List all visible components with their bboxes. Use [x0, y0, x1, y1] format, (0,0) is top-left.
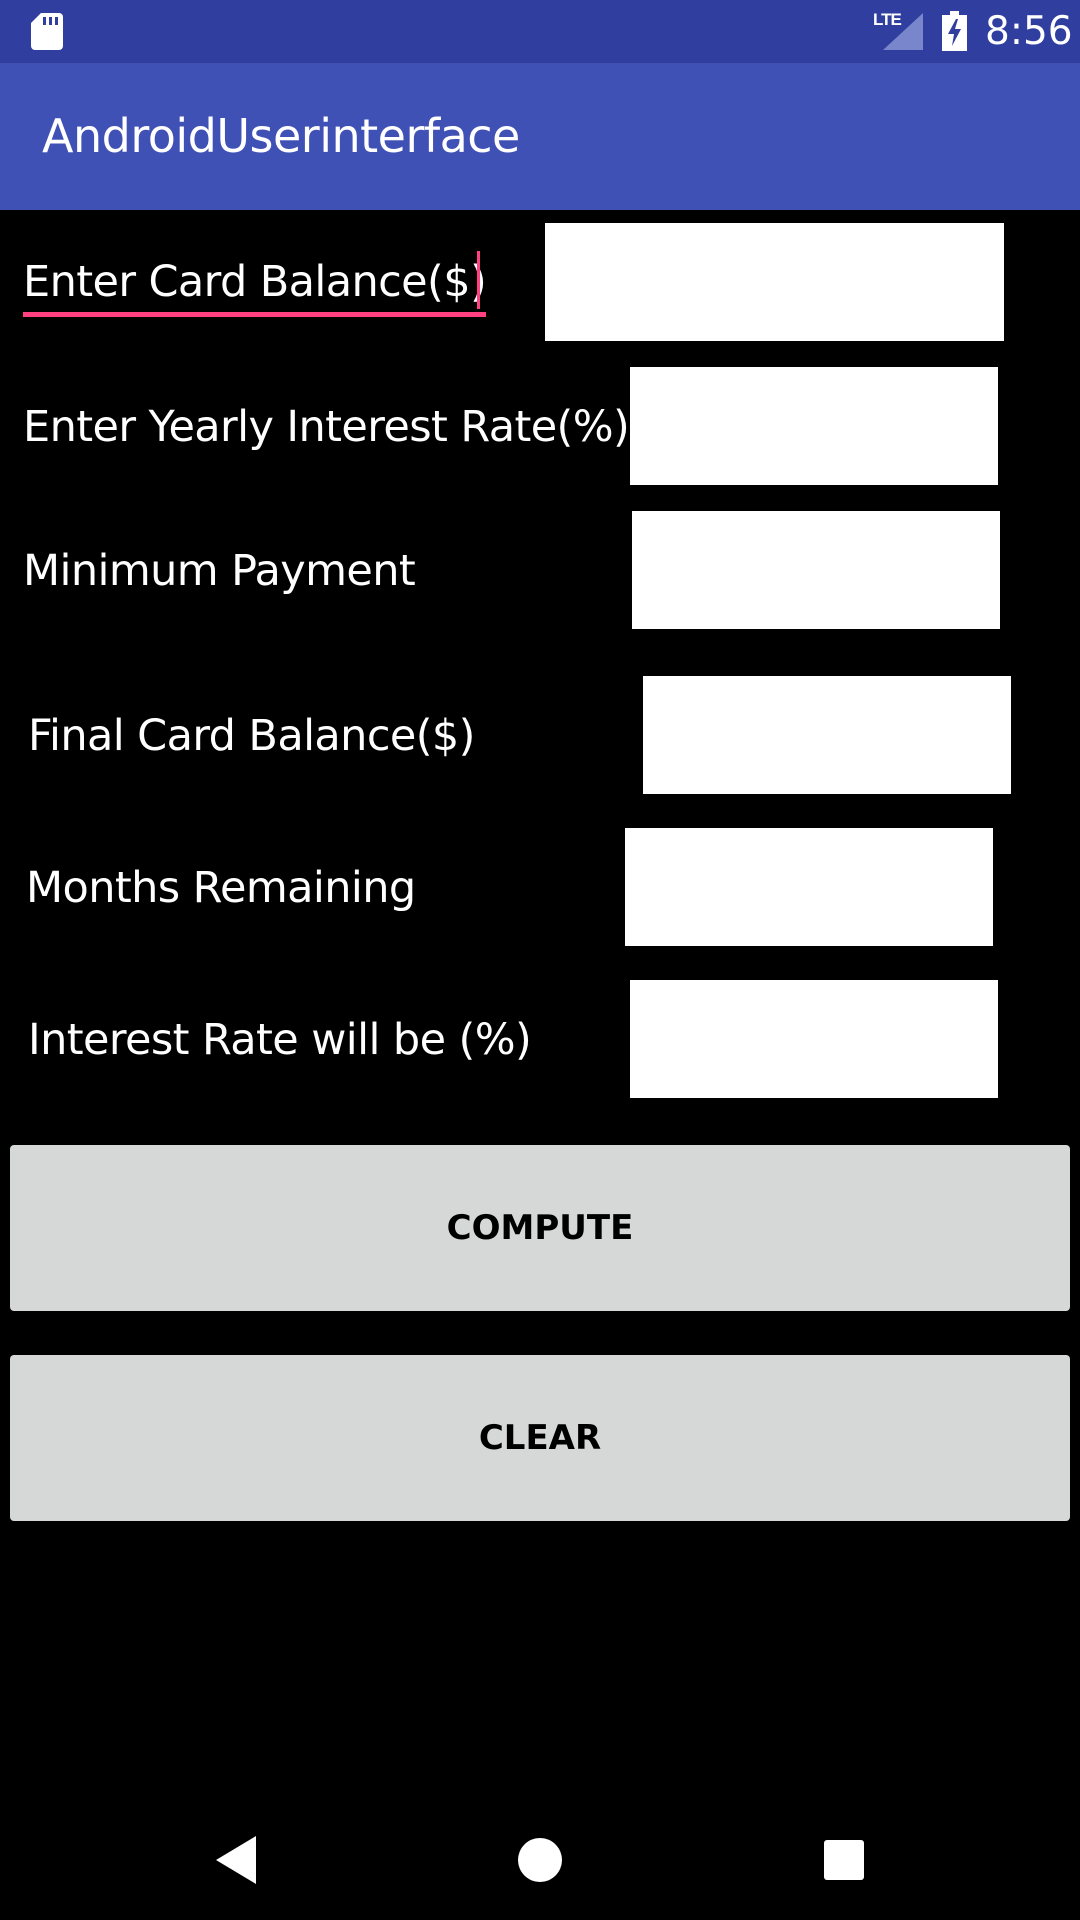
minimum-payment-label: Minimum Payment: [23, 546, 416, 596]
signal-icon: [883, 13, 923, 50]
yearly-interest-input[interactable]: [630, 367, 998, 485]
interest-will-be-output[interactable]: [630, 980, 998, 1098]
home-icon[interactable]: [510, 1830, 570, 1890]
app-title: AndroidUserinterface: [42, 109, 520, 163]
final-balance-label: Final Card Balance($): [28, 711, 475, 761]
back-icon[interactable]: [206, 1830, 266, 1890]
app-screen: LTE 8:56 AndroidUserinterface Enter Card…: [0, 0, 1080, 1920]
final-balance-output[interactable]: [643, 676, 1011, 794]
battery-charging-icon: [942, 11, 967, 51]
minimum-payment-input[interactable]: [632, 511, 1000, 629]
app-bar: AndroidUserinterface: [0, 63, 1080, 210]
yearly-interest-label: Enter Yearly Interest Rate(%): [23, 402, 630, 452]
status-bar: LTE 8:56: [0, 0, 1080, 63]
compute-button[interactable]: COMPUTE: [10, 1145, 1070, 1311]
card-balance-label[interactable]: Enter Card Balance($): [23, 252, 487, 317]
interest-will-be-label: Interest Rate will be (%): [28, 1015, 532, 1065]
clear-button[interactable]: CLEAR: [10, 1355, 1070, 1521]
recents-icon[interactable]: [814, 1830, 874, 1890]
sd-card-icon: [31, 13, 63, 50]
months-remaining-label: Months Remaining: [26, 863, 416, 913]
months-remaining-output[interactable]: [625, 828, 993, 946]
status-clock: 8:56: [985, 9, 1073, 54]
text-cursor: [477, 251, 480, 309]
card-balance-input[interactable]: [545, 223, 1004, 341]
